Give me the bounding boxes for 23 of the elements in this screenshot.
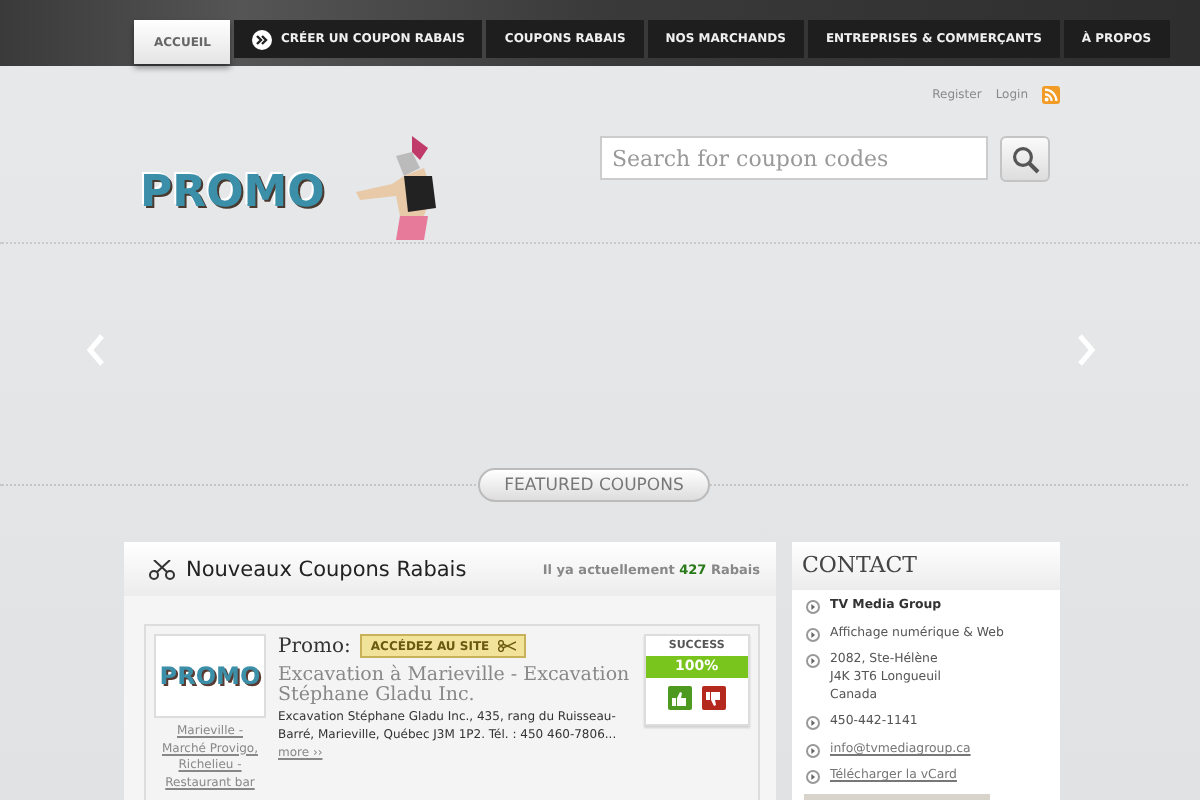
thumbs-up-icon: [670, 689, 689, 707]
thumbs-down-button[interactable]: [701, 686, 726, 710]
arrow-bullet-icon: [806, 627, 820, 642]
featured-coupons-label: FEATURED COUPONS: [478, 468, 710, 502]
rss-icon[interactable]: [1042, 85, 1060, 103]
search-button[interactable]: [1000, 136, 1050, 182]
search-icon: [1011, 145, 1039, 173]
arrow-bullet-icon: [806, 716, 820, 731]
arrow-bullet-icon: [806, 654, 820, 669]
arrow-bullet-icon: [806, 600, 820, 614]
thumbs-up-button[interactable]: [667, 686, 692, 710]
double-chevron-icon: [252, 29, 273, 49]
thumbs-down-icon: [704, 689, 723, 707]
scissors-icon: [497, 640, 516, 652]
promo-logo[interactable]: PROMO: [140, 168, 325, 218]
arrow-bullet-icon: [806, 744, 820, 759]
arrow-bullet-icon: [806, 770, 820, 785]
store-logo: PROMO: [154, 634, 266, 718]
search-field[interactable]: Search for coupon codes: [600, 136, 988, 180]
promo-label: Promo:: [278, 635, 351, 657]
scissors-icon: [148, 559, 176, 579]
panel-title: Nouveaux Coupons Rabais: [186, 557, 469, 581]
coupon-title[interactable]: Excavation à Marieville - Excavation Stéphane Gladu Inc.: [278, 666, 632, 706]
